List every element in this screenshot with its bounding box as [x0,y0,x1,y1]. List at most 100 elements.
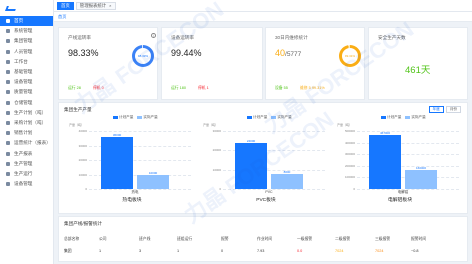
sidebar-item[interactable]: 生产报表 [0,148,53,158]
gridline [223,131,325,132]
sidebar-item[interactable]: 设备管理 [0,179,53,189]
y-tick-label: 100000 [344,175,355,180]
year-button[interactable]: 年度 [428,106,444,113]
card-value: 99.44% [171,48,202,58]
y-axis-label: 产量（吨） [203,123,219,127]
legend-label: 计划产量 [119,115,134,119]
sidebar-item[interactable]: 运营统计（报表） [0,138,53,148]
sidebar-item[interactable]: 集团管理 [0,36,53,46]
chart-legend: 计划产量 实际产量 [247,115,292,120]
sidebar-item[interactable]: 销售计划 [0,128,53,138]
data-label: 467000 [379,130,390,135]
doc-icon [6,151,10,156]
table-header-cell: 一级报警 [297,237,313,241]
table-cell: 7024 [335,249,344,253]
data-label: 8000 [283,169,291,174]
home-icon [6,19,10,24]
box-icon [6,100,10,105]
data-label: 10000 [148,170,158,175]
info-icon[interactable]: i [151,33,156,38]
tab-home[interactable]: 首页 [57,1,74,10]
legend-item[interactable]: 计划产量 [247,115,267,120]
ring-label: 98.33% [135,48,151,64]
table-cell: 0.0 [297,249,303,253]
sidebar-item[interactable]: 设备管理 [0,77,53,87]
sidebar-item[interactable]: 系统管理 [0,26,53,36]
sidebar-item[interactable]: 首页 [0,16,53,27]
logo [0,0,53,16]
y-tick-label: 300000 [344,152,355,157]
bar-chart: 计划产量 实际产量 产量（吨） 30000 20000 10000 0 24000 8000 PV… [203,113,329,213]
legend-swatch [271,115,277,119]
legend-item[interactable]: 实际产量 [137,115,158,120]
table-header-cell: 报警时间 [411,237,427,241]
sidebar-item[interactable]: 生产管理 [0,159,53,169]
card-sub-devices: 设备 55 [275,86,288,90]
sidebar-item[interactable]: 工作台 [0,57,53,67]
sidebar-item[interactable]: 采购计划（吨） [0,118,53,128]
device-icon [6,80,10,85]
sidebar-item-label: 生产运行 [14,170,33,176]
legend-label: 计划产量 [253,115,268,119]
y-tick-label: 30000 [212,129,221,133]
table-cell: 7.93 [257,249,265,253]
x-tick-label: PVC [265,190,273,194]
bar-actual [271,173,303,189]
table-header-cell: 班组运行 [177,237,193,241]
legend-item[interactable]: 计划产量 [381,115,401,120]
card-sub-running: 运行 28 [68,86,81,90]
legend-swatch [113,115,118,119]
sidebar-nav: 首页 系统管理 集团管理 人员管理 工作台 基础管理 设备管理 质量管理 仓储管理 生产计划（吨）… [0,16,53,189]
table-cell: 3 [139,249,142,253]
sidebar-item-label: 设备管理 [14,181,33,187]
card-value: 461天 [405,65,431,76]
y-axis-label: 产量（吨） [69,123,85,127]
card-title: 产线运转率 [68,35,91,40]
bar-plan [235,142,267,189]
y-axis-label: 产量（吨） [337,123,353,127]
tool-icon [6,182,10,187]
y-tick-label: 30000 [78,143,87,148]
breadcrumb-home[interactable]: 首页 [58,14,66,20]
legend-item[interactable]: 实际产量 [271,115,292,120]
desk-icon [6,59,10,64]
sidebar-item[interactable]: 生产运行 [0,169,53,179]
legend-item[interactable]: 计划产量 [113,115,133,120]
y-tick-label: 500000 [344,129,355,133]
user-icon [6,49,10,54]
sidebar-item[interactable]: 人员管理 [0,47,53,57]
sidebar-item-label: 仓储管理 [14,99,33,105]
tab-reports[interactable]: 管理报表统计 × [75,1,116,10]
chart-title: 电解铝板块 [388,198,412,203]
sidebar-item[interactable]: 生产计划（吨） [0,108,53,118]
card-device-rate: 设备运转率 99.44% 运行 180 停机 1 [161,27,263,100]
panel-title: 集团产线/报警统计 [64,221,103,226]
y-tick-label: 20000 [78,158,87,162]
table-header-cell: 总部名称 [64,237,80,241]
sidebar-item[interactable]: 仓储管理 [0,98,53,108]
sidebar-item-label: 工作台 [14,58,28,64]
table-header-cell: 班产线 [139,237,151,241]
table-cell: 7024 [375,249,384,253]
repair-total: /5777 [285,51,302,58]
month-button[interactable]: 月份 [445,106,461,113]
legend-label: 实际产量 [411,115,426,119]
sidebar-item[interactable]: 基础管理 [0,67,53,77]
sidebar-item-label: 设备管理 [14,79,33,85]
legend-swatch [405,115,411,119]
run-icon [6,171,10,176]
repair-count: 40 [275,48,286,58]
tab-reports-label: 管理报表统计 [79,2,107,8]
card-value: 98.33% [68,48,99,58]
report-icon [6,141,10,146]
sidebar: 首页 系统管理 集团管理 人员管理 工作台 基础管理 设备管理 质量管理 仓储管理 生产计划（吨）… [0,0,54,264]
close-icon[interactable]: × [109,3,111,8]
legend-swatch [381,115,386,119]
y-tick-label: 200000 [344,163,355,168]
legend-item[interactable]: 实际产量 [405,115,426,120]
factory-icon [6,161,10,166]
sidebar-item-label: 生产计划（吨） [14,109,47,115]
y-tick-label: 0 [219,187,221,191]
sidebar-item[interactable]: 质量管理 [0,87,53,97]
card-title: 设备运转率 [171,35,194,40]
